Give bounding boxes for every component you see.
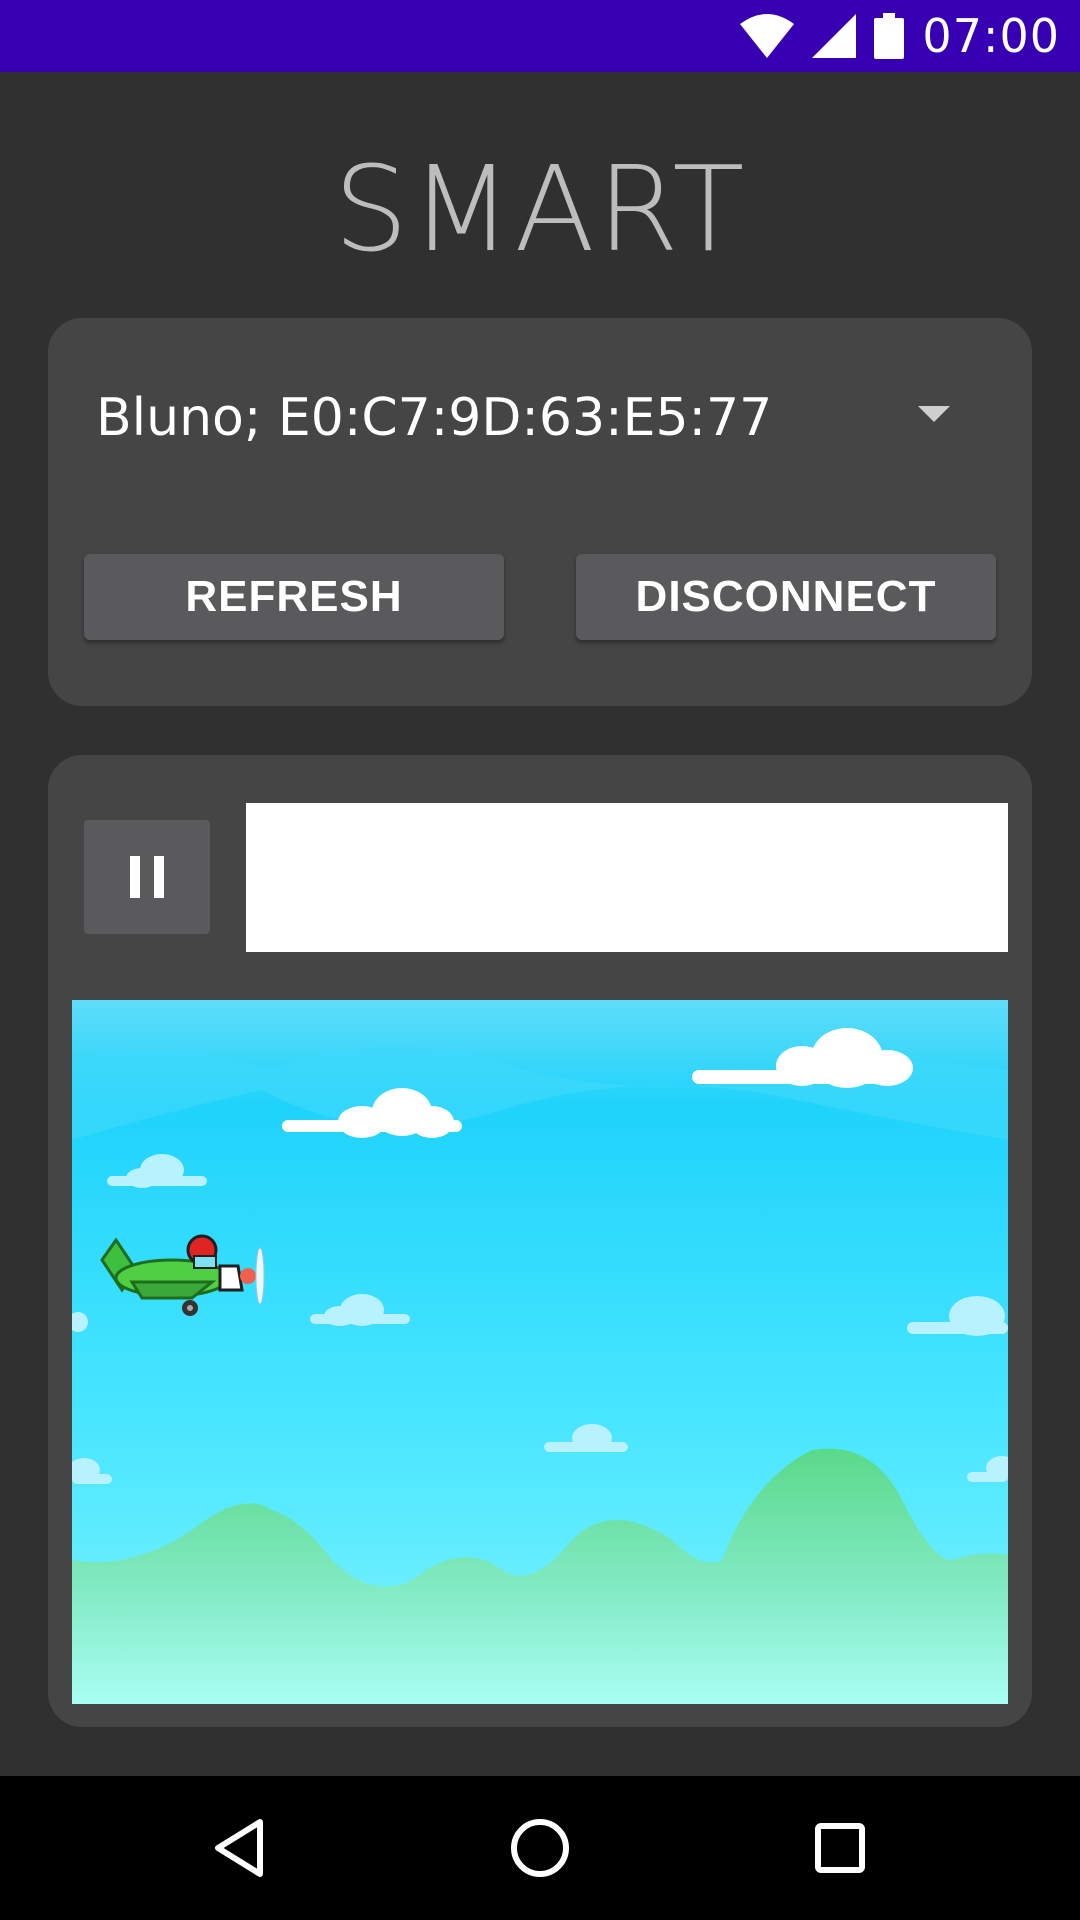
app-title: SMART (333, 140, 747, 278)
status-icons: 07:00 (740, 0, 1060, 72)
battery-icon (874, 13, 905, 59)
wifi-icon (740, 14, 795, 58)
disconnect-button[interactable]: DISCONNECT (576, 554, 996, 640)
game-canvas[interactable] (72, 1000, 1008, 1704)
game-scene (72, 1000, 1008, 1704)
navigation-bar (0, 1776, 1080, 1920)
status-bar: 07:00 (0, 0, 1080, 72)
pause-icon (123, 856, 171, 898)
home-icon[interactable] (504, 1812, 576, 1884)
cellular-signal-icon (812, 14, 857, 58)
back-icon[interactable] (204, 1812, 276, 1884)
pause-button[interactable] (84, 820, 210, 934)
status-time: 07:00 (922, 9, 1060, 63)
refresh-button[interactable]: REFRESH (84, 554, 504, 640)
message-field[interactable] (246, 803, 1008, 952)
selected-device-label: Bluno; E0:C7:9D:63:E5:77 (96, 388, 773, 448)
dropdown-arrow-icon (918, 406, 950, 422)
device-dropdown[interactable]: Bluno; E0:C7:9D:63:E5:77 (48, 340, 998, 480)
recent-apps-icon[interactable] (804, 1812, 876, 1884)
